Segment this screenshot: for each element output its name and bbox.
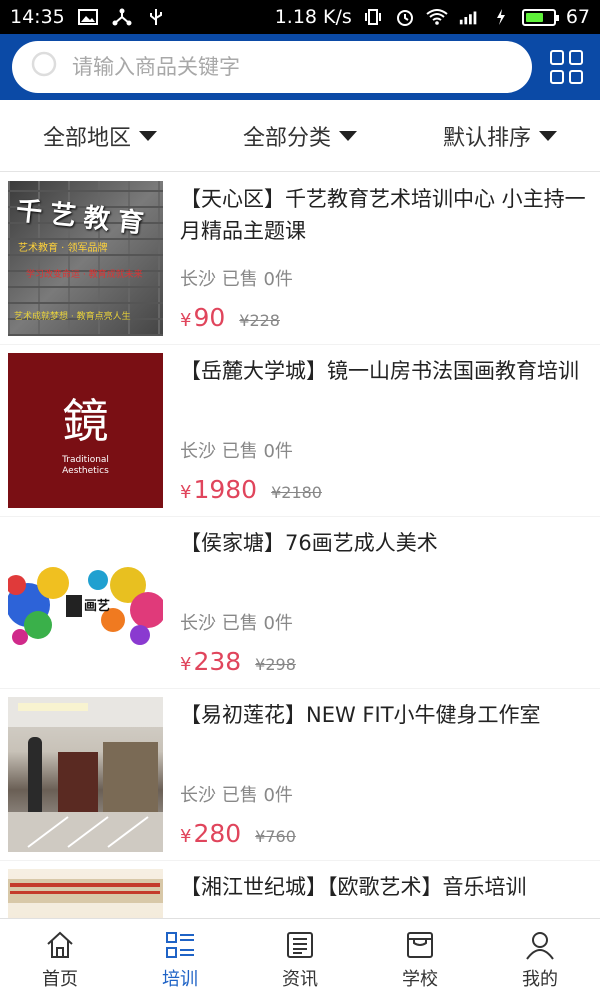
search-input[interactable] xyxy=(72,55,514,79)
grid-menu-icon[interactable] xyxy=(550,50,584,84)
item-old-price: ¥2180 xyxy=(271,483,322,502)
item-meta: 长沙 已售 0件 xyxy=(180,441,293,462)
thumb-text: 学习改变命运 · 教育成就未来 xyxy=(26,270,143,280)
item-old-price: ¥760 xyxy=(255,827,296,846)
course-thumbnail: 鏡 Traditional Aesthetics xyxy=(8,353,163,508)
battery-icon xyxy=(521,8,559,26)
vibrate-icon xyxy=(362,8,384,26)
filter-category-label: 全部分类 xyxy=(242,125,331,151)
share-icon xyxy=(111,8,133,26)
item-meta: 长沙 已售 0件 xyxy=(180,785,293,806)
tab-news-label: 资讯 xyxy=(282,968,318,990)
course-thumbnail xyxy=(8,697,163,852)
battery-percent: 67 xyxy=(565,6,590,28)
header-bar xyxy=(0,34,600,100)
list-item[interactable]: 【湘江世纪城】【欧歌艺术】音乐培训 xyxy=(0,861,600,918)
item-title: 【岳麓大学城】镜一山房书法国画教育培训 xyxy=(180,359,579,383)
gallery-icon xyxy=(77,8,99,26)
filter-sort-label: 默认排序 xyxy=(442,125,531,151)
item-title: 【天心区】千艺教育艺术培训中心 小主持一月精品主题课 xyxy=(180,187,586,243)
tab-school[interactable]: 学校 xyxy=(360,919,480,1000)
item-title: 【湘江世纪城】【欧歌艺术】音乐培训 xyxy=(180,875,527,899)
search-box[interactable] xyxy=(12,41,532,93)
charging-icon xyxy=(490,8,512,26)
caret-down-icon xyxy=(339,130,357,141)
filter-category[interactable]: 全部分类 xyxy=(200,120,400,152)
thumb-text: 艺术成就梦想 · 教育点亮人生 xyxy=(14,312,131,322)
wifi-icon xyxy=(426,8,448,26)
list-icon xyxy=(166,931,194,958)
thumb-logo-text: 画艺 xyxy=(84,599,111,614)
thumb-text: Traditional Aesthetics xyxy=(62,454,109,476)
signal-icon xyxy=(458,8,480,26)
tab-profile-label: 我的 xyxy=(522,968,558,990)
tab-news[interactable]: 资讯 xyxy=(240,919,360,1000)
bottom-tab-bar: 首页 培训 资讯 学校 我的 xyxy=(0,918,600,1000)
item-old-price: ¥228 xyxy=(239,311,280,330)
usb-icon xyxy=(145,8,167,26)
item-meta: 长沙 已售 0件 xyxy=(180,269,293,290)
alarm-icon xyxy=(394,8,416,26)
course-thumbnail xyxy=(8,869,163,918)
filter-bar: 全部地区 全部分类 默认排序 xyxy=(0,100,600,172)
list-item[interactable]: 鏡 Traditional Aesthetics 【岳麓大学城】镜一山房书法国画… xyxy=(0,345,600,516)
status-bar: 14:35 1.18 K/s 67 xyxy=(0,0,600,34)
tab-training[interactable]: 培训 xyxy=(120,919,240,1000)
item-title: 【易初莲花】NEW FIT小牛健身工作室 xyxy=(180,703,541,727)
store-icon xyxy=(407,931,433,958)
list-item[interactable]: 千艺教育 艺术教育 · 领军品牌 学习改变命运 · 教育成就未来 艺术成就梦想 … xyxy=(0,173,600,344)
news-icon xyxy=(287,931,313,958)
network-speed: 1.18 K/s xyxy=(274,6,352,28)
status-time: 14:35 xyxy=(10,6,65,28)
item-title: 【侯家塘】76画艺成人美术 xyxy=(180,531,438,555)
search-icon xyxy=(30,50,60,84)
item-meta: 长沙 已售 0件 xyxy=(180,613,293,634)
thumb-text: 艺术教育 · 领军品牌 xyxy=(18,243,108,254)
filter-region-label: 全部地区 xyxy=(42,125,131,151)
user-icon xyxy=(526,931,554,960)
list-item[interactable]: 【易初莲花】NEW FIT小牛健身工作室 长沙 已售 0件 ¥280 ¥760 xyxy=(0,689,600,860)
caret-down-icon xyxy=(139,130,157,141)
course-thumbnail: 千艺教育 艺术教育 · 领军品牌 学习改变命运 · 教育成就未来 艺术成就梦想 … xyxy=(8,181,163,336)
tab-home[interactable]: 首页 xyxy=(0,919,120,1000)
home-icon xyxy=(47,931,73,958)
tab-school-label: 学校 xyxy=(402,968,438,990)
filter-sort[interactable]: 默认排序 xyxy=(400,120,600,152)
tab-training-label: 培训 xyxy=(162,968,198,990)
item-price: ¥238 xyxy=(180,647,242,676)
thumb-logo-text: 鏡 xyxy=(62,393,109,448)
list-item[interactable]: 画艺 【侯家塘】76画艺成人美术 长沙 已售 0件 ¥238 ¥298 xyxy=(0,517,600,688)
tab-profile[interactable]: 我的 xyxy=(480,919,600,1000)
course-thumbnail: 画艺 xyxy=(8,525,163,680)
course-list[interactable]: 千艺教育 艺术教育 · 领军品牌 学习改变命运 · 教育成就未来 艺术成就梦想 … xyxy=(0,173,600,918)
filter-region[interactable]: 全部地区 xyxy=(0,120,200,152)
thumb-text: 千艺教育 xyxy=(14,195,153,241)
item-price: ¥280 xyxy=(180,819,242,848)
item-price: ¥90 xyxy=(180,303,226,332)
item-price: ¥1980 xyxy=(180,475,258,504)
item-old-price: ¥298 xyxy=(255,655,296,674)
tab-home-label: 首页 xyxy=(42,968,78,990)
caret-down-icon xyxy=(539,130,557,141)
